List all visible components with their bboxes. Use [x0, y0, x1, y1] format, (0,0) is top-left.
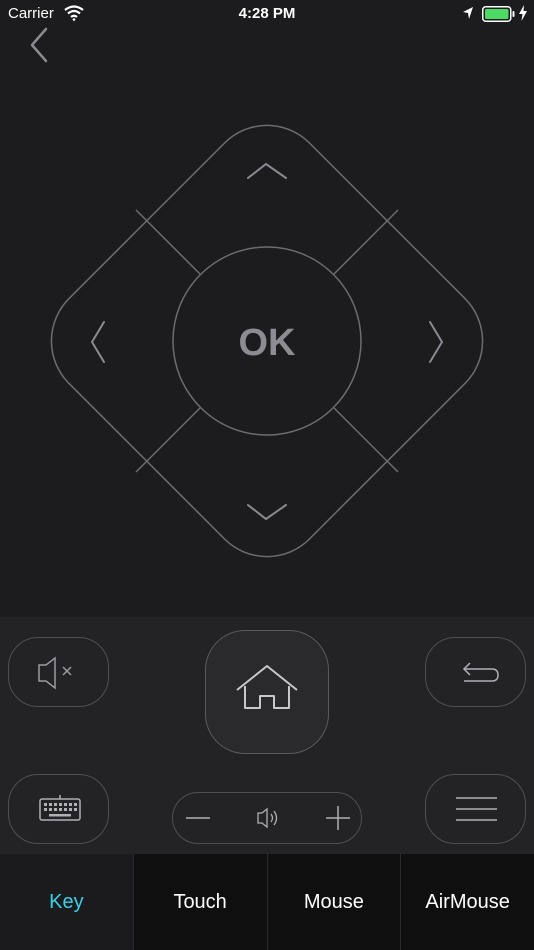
tab-bar: Key Touch Mouse AirMouse: [0, 854, 534, 950]
dpad-up-button[interactable]: [247, 162, 287, 179]
minus-icon[interactable]: [173, 793, 223, 843]
dpad-down-button[interactable]: [247, 504, 287, 521]
dpad-left-button[interactable]: [90, 321, 105, 363]
chevron-up-icon: [247, 162, 287, 179]
home-button[interactable]: [205, 630, 329, 754]
return-icon: [462, 662, 499, 682]
mute-button[interactable]: [8, 637, 109, 707]
tab-touch[interactable]: Touch: [132, 854, 267, 950]
dpad: OK: [50, 124, 484, 558]
tab-airmouse[interactable]: AirMouse: [400, 854, 534, 950]
home-icon: [236, 665, 298, 709]
keyboard-icon: [39, 795, 81, 821]
tab-key[interactable]: Key: [0, 854, 133, 950]
menu-icon: [456, 797, 497, 821]
plus-icon[interactable]: [313, 793, 363, 843]
keyboard-button[interactable]: [8, 774, 109, 844]
ok-button[interactable]: OK: [172, 246, 362, 436]
mute-icon: [38, 656, 72, 690]
chevron-right-icon: [429, 321, 444, 363]
volume-icon: [257, 807, 278, 829]
return-button[interactable]: [425, 637, 526, 707]
chevron-down-icon: [247, 504, 287, 521]
tab-mouse[interactable]: Mouse: [266, 854, 401, 950]
menu-button[interactable]: [425, 774, 526, 844]
ok-label: OK: [239, 322, 297, 364]
volume-control: [172, 792, 362, 844]
dpad-right-button[interactable]: [429, 321, 444, 363]
chevron-left-icon: [90, 321, 105, 363]
